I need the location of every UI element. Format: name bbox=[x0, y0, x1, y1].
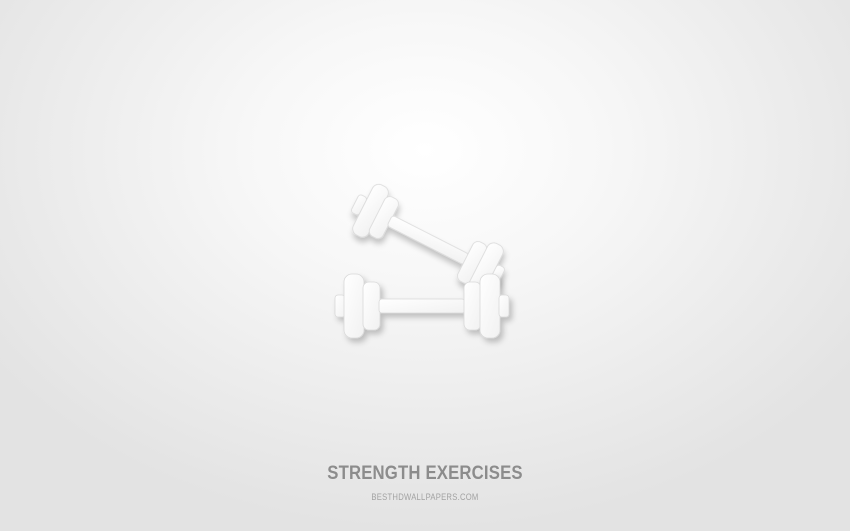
horizontal-dumbbell bbox=[334, 273, 510, 339]
title-text: STRENGTH EXERCISES bbox=[327, 463, 523, 484]
watermark-text: BESTHDWALLPAPERS.COM bbox=[371, 492, 479, 502]
dumbbells-icon bbox=[320, 170, 540, 370]
